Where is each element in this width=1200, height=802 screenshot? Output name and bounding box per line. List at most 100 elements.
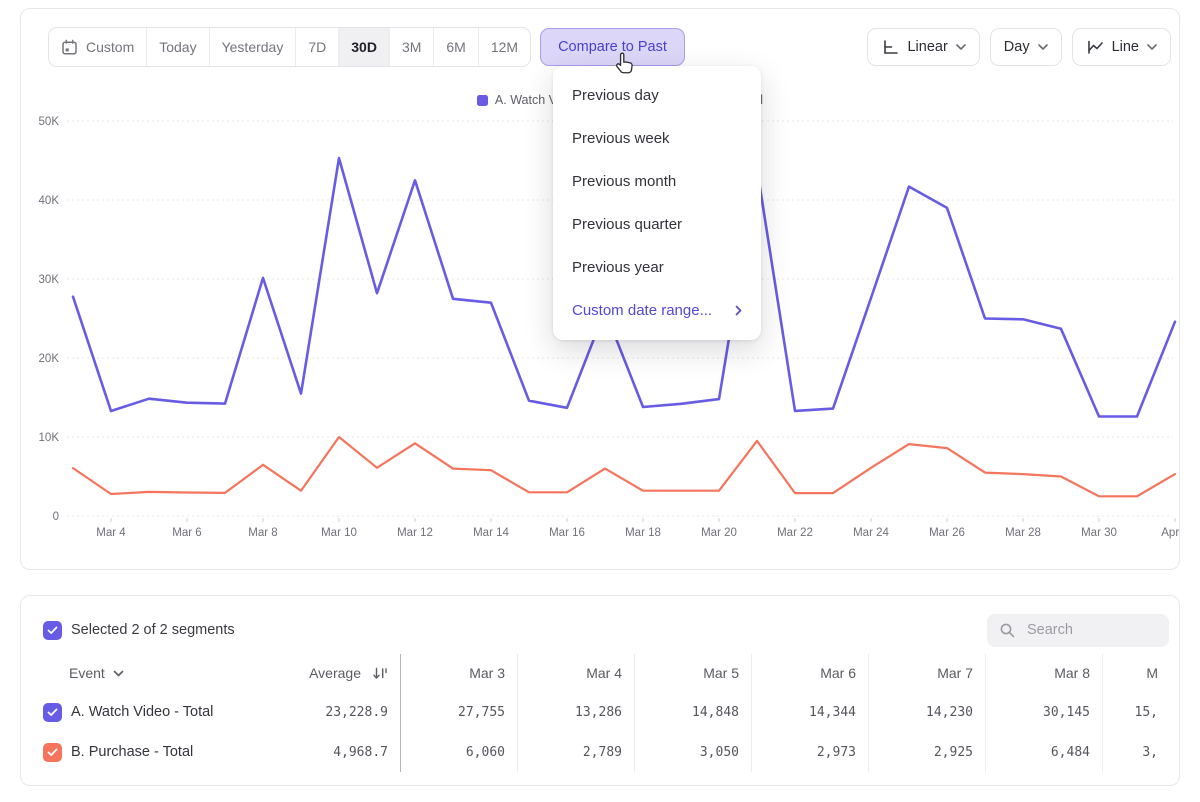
day-label: Day	[1004, 39, 1030, 55]
selected-count-label: Selected 2 of 2 segments	[71, 622, 235, 638]
range-label: Custom	[86, 39, 134, 55]
range-button-6m[interactable]: 6M	[433, 28, 477, 66]
chevron-down-icon	[956, 44, 966, 50]
linear-dropdown-button[interactable]: Linear	[867, 28, 979, 66]
average-cell: 4,968.7	[283, 732, 401, 772]
x-axis-label: Mar 16	[549, 527, 585, 539]
value-cell: 13,286	[518, 692, 635, 732]
column-header-m: M	[1103, 654, 1166, 692]
x-axis-label: Mar 24	[853, 527, 889, 539]
range-button-today[interactable]: Today	[146, 28, 208, 66]
column-header-mar-7: Mar 7	[869, 654, 986, 692]
row-checkbox[interactable]	[43, 703, 62, 722]
column-header-mar-4: Mar 4	[518, 654, 635, 692]
value-cell: 2,925	[869, 732, 986, 772]
x-axis-label: Mar 6	[172, 527, 201, 539]
line-chart-icon	[1086, 38, 1104, 56]
y-axis-label: 30K	[39, 274, 60, 286]
x-axis-label: Mar 22	[777, 527, 813, 539]
segments-table: Event Average Mar 3Mar 4Mar 5Mar 6Mar 7M…	[21, 654, 1180, 772]
value-cell: 3,	[1103, 732, 1166, 772]
column-header-mar-8: Mar 8	[986, 654, 1103, 692]
value-cell: 15,	[1103, 692, 1166, 732]
range-label: 3M	[402, 39, 421, 55]
menu-item-previous-week[interactable]: Previous week	[553, 117, 761, 160]
segments-table-card: Selected 2 of 2 segments Event Average	[20, 595, 1180, 786]
menu-item-previous-year[interactable]: Previous year	[553, 246, 761, 289]
sort-icon	[373, 667, 388, 680]
range-button-7d[interactable]: 7D	[295, 28, 338, 66]
average-header-label: Average	[309, 665, 361, 681]
menu-item-previous-month[interactable]: Previous month	[553, 160, 761, 203]
range-button-30d[interactable]: 30D	[338, 28, 389, 66]
table-row-a-watch-video-total: A. Watch Video - Total23,228.927,75513,2…	[21, 692, 1180, 732]
menu-item-previous-quarter[interactable]: Previous quarter	[553, 203, 761, 246]
line-dropdown-button[interactable]: Line	[1072, 28, 1171, 66]
segments-header-row: Selected 2 of 2 segments	[43, 612, 1169, 648]
compare-dropdown-menu: Previous dayPrevious weekPrevious monthP…	[553, 66, 761, 340]
range-button-3m[interactable]: 3M	[389, 28, 433, 66]
y-axis-label: 10K	[39, 432, 60, 444]
value-cell: 6,484	[986, 732, 1103, 772]
value-cell: 14,230	[869, 692, 986, 732]
value-cell: 2,789	[518, 732, 635, 772]
value-cell: 6,060	[401, 732, 518, 772]
range-button-12m[interactable]: 12M	[478, 28, 530, 66]
x-axis-label: Mar 26	[929, 527, 965, 539]
menu-item-previous-day[interactable]: Previous day	[553, 74, 761, 117]
search-icon	[999, 622, 1016, 639]
y-axis-label: 20K	[39, 353, 60, 365]
search-input[interactable]	[1025, 621, 1149, 639]
value-cell: 14,344	[752, 692, 869, 732]
average-column-header[interactable]: Average	[283, 654, 401, 692]
y-axis-label: 50K	[39, 116, 60, 128]
event-header-label: Event	[69, 665, 105, 681]
column-header-mar-6: Mar 6	[752, 654, 869, 692]
row-checkbox[interactable]	[43, 743, 62, 762]
table-row-b-purchase-total: B. Purchase - Total 4,968.76,0602,7893,05…	[21, 732, 1180, 772]
x-axis-label: Mar 12	[397, 527, 433, 539]
x-axis-label: Mar 14	[473, 527, 509, 539]
chart-toolbar: Custom Today Yesterday 7D 30D 3M 6M 12M Compare…	[48, 28, 1171, 66]
segment-label: B. Purchase - Total	[71, 744, 193, 760]
x-axis-label: Apr 1	[1161, 527, 1179, 539]
value-cell: 14,848	[635, 692, 752, 732]
day-dropdown-button[interactable]: Day	[990, 28, 1062, 66]
table-header-row: Event Average Mar 3Mar 4Mar 5Mar 6Mar 7M…	[21, 654, 1180, 692]
event-column-header[interactable]: Event	[21, 665, 283, 681]
check-icon	[47, 708, 58, 717]
segment-label: A. Watch Video - Total	[71, 704, 213, 720]
range-button-yesterday[interactable]: Yesterday	[209, 28, 296, 66]
custom-date-range-label: Custom date range...	[572, 302, 712, 319]
x-axis-label: Mar 30	[1081, 527, 1117, 539]
range-button-custom[interactable]: Custom	[49, 28, 146, 66]
column-header-mar-3: Mar 3	[401, 654, 518, 692]
value-cell: 3,050	[635, 732, 752, 772]
average-cell: 23,228.9	[283, 692, 401, 732]
chevron-down-icon	[1038, 44, 1048, 50]
segment-cell: A. Watch Video - Total	[21, 703, 283, 722]
x-axis-label: Mar 20	[701, 527, 737, 539]
select-all-checkbox[interactable]	[43, 621, 62, 640]
column-header-mar-5: Mar 5	[635, 654, 752, 692]
range-label: 30D	[351, 39, 377, 55]
legend-swatch	[477, 95, 488, 106]
range-label: 12M	[491, 39, 518, 55]
chevron-down-icon	[1147, 44, 1157, 50]
y-axis-label: 40K	[39, 195, 60, 207]
check-icon	[47, 626, 58, 635]
search-box	[987, 614, 1169, 647]
segment-cell: B. Purchase - Total	[21, 743, 283, 762]
x-axis-label: Mar 10	[321, 527, 357, 539]
range-label: Yesterday	[222, 39, 284, 55]
menu-item-custom-date-range[interactable]: Custom date range...	[553, 289, 761, 332]
x-axis-label: Mar 28	[1005, 527, 1041, 539]
compare-to-past-button[interactable]: Compare to Past	[540, 28, 685, 66]
x-axis-label: Mar 8	[248, 527, 277, 539]
check-icon	[47, 748, 58, 757]
chevron-down-icon	[113, 670, 124, 677]
y-axis-label: 0	[53, 511, 59, 523]
view-controls: Linear Day Line	[867, 28, 1171, 66]
value-cell: 30,145	[986, 692, 1103, 732]
range-label: 7D	[308, 39, 326, 55]
